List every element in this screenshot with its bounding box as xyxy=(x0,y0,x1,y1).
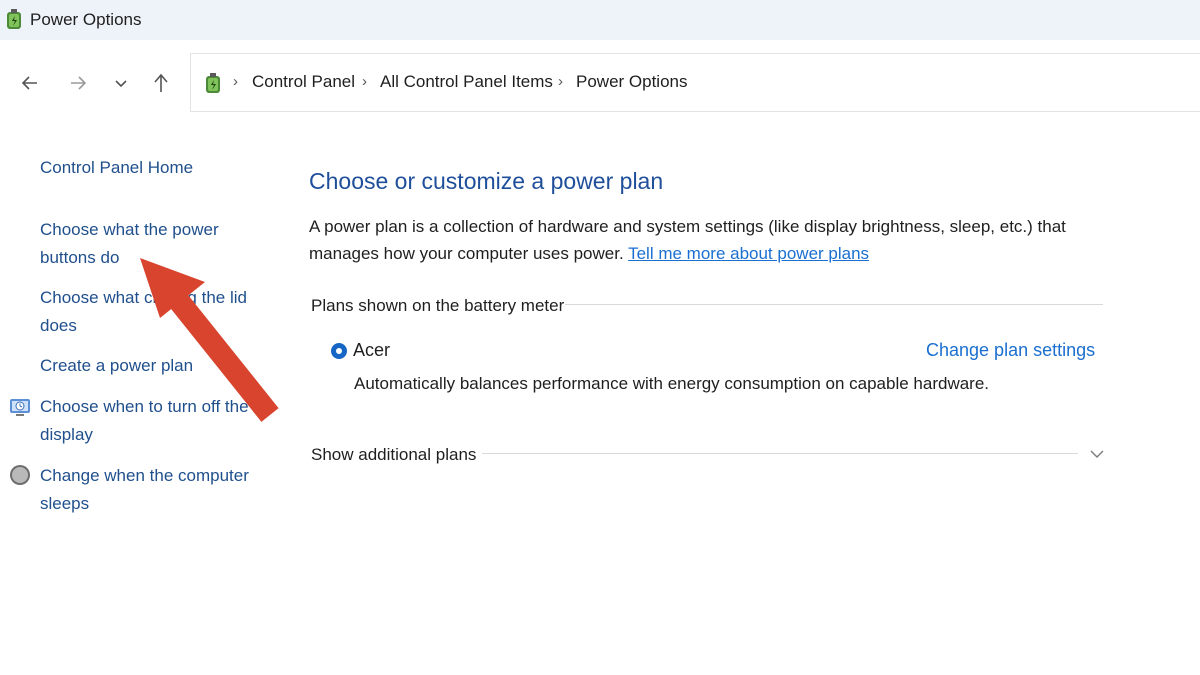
title-bar: Power Options xyxy=(0,0,1200,40)
page-title: Choose or customize a power plan xyxy=(309,168,664,194)
battery-meter-group-label: Plans shown on the battery meter xyxy=(311,296,565,315)
sidebar-turn-off-display[interactable]: Choose when to turn off the display xyxy=(40,393,255,449)
additional-plans-divider xyxy=(482,453,1078,454)
arrow-left-icon xyxy=(21,76,37,90)
address-bar[interactable]: › Control Panel › All Control Panel Item… xyxy=(190,53,1200,112)
back-button[interactable] xyxy=(15,68,45,98)
sidebar-computer-sleeps[interactable]: Change when the computer sleeps xyxy=(40,462,255,518)
chevron-right-icon: › xyxy=(558,73,563,90)
plan-name: Acer xyxy=(353,340,391,360)
group-divider xyxy=(565,304,1103,305)
learn-more-link[interactable]: Tell me more about power plans xyxy=(628,244,869,263)
forward-button[interactable] xyxy=(63,68,93,98)
chevron-right-icon: › xyxy=(233,73,238,90)
plan-radio-acer[interactable] xyxy=(331,343,347,359)
sidebar-closing-lid[interactable]: Choose what closing the lid does xyxy=(40,284,255,340)
page-description: A power plan is a collection of hardware… xyxy=(309,213,1099,267)
chevron-right-icon: › xyxy=(362,73,367,90)
sidebar-control-panel-home[interactable]: Control Panel Home xyxy=(40,154,255,182)
display-icon xyxy=(10,399,30,416)
breadcrumb-control-panel[interactable]: Control Panel xyxy=(252,72,355,92)
power-options-icon xyxy=(7,9,21,29)
recent-locations-button[interactable] xyxy=(106,68,136,98)
sleep-moon-icon xyxy=(10,465,30,485)
control-panel-icon xyxy=(206,73,220,93)
up-button[interactable] xyxy=(146,68,176,98)
breadcrumb-all-items[interactable]: All Control Panel Items xyxy=(380,72,553,92)
chevron-down-icon xyxy=(115,80,127,88)
sidebar-power-buttons[interactable]: Choose what the power buttons do xyxy=(40,216,255,272)
navigation-bar: › Control Panel › All Control Panel Item… xyxy=(0,40,1200,126)
arrow-up-icon xyxy=(154,73,168,92)
chevron-down-icon[interactable] xyxy=(1089,446,1105,462)
show-additional-plans[interactable]: Show additional plans xyxy=(311,445,476,465)
window-title: Power Options xyxy=(30,10,142,29)
plan-description: Automatically balances performance with … xyxy=(354,374,990,393)
change-plan-settings-link[interactable]: Change plan settings xyxy=(926,340,1095,361)
arrow-right-icon xyxy=(71,76,87,90)
sidebar-create-plan[interactable]: Create a power plan xyxy=(40,352,255,380)
breadcrumb-power-options[interactable]: Power Options xyxy=(576,72,688,92)
